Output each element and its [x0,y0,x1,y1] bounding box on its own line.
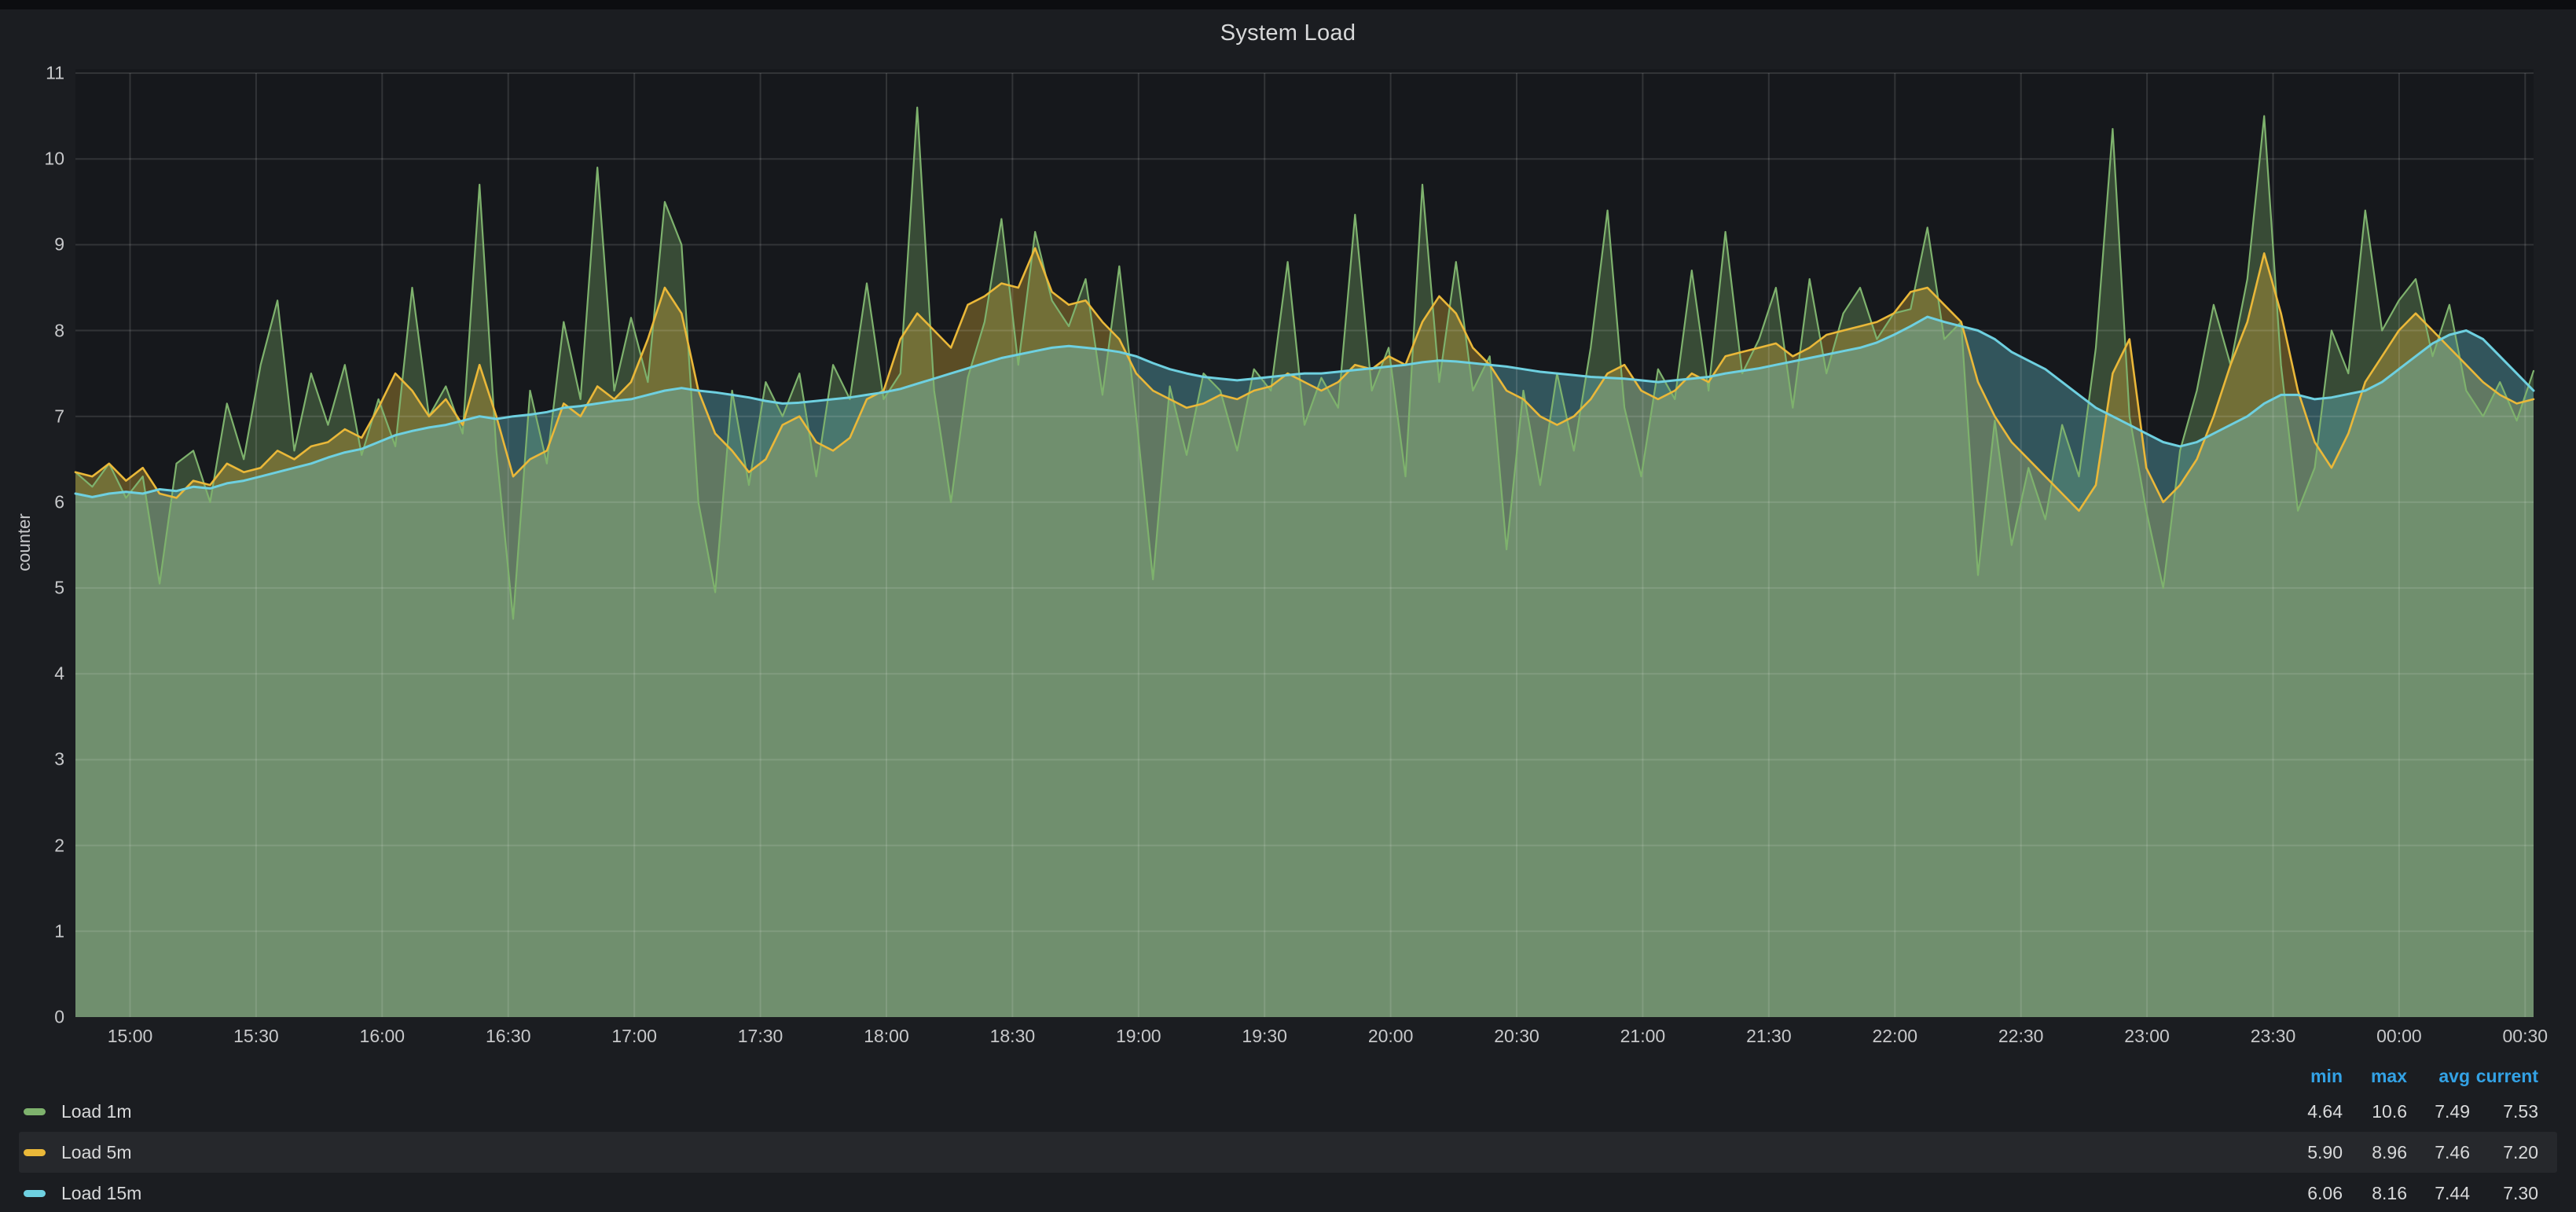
x-tick-label: 22:30 [1998,1026,2044,1047]
legend-series-toggle-load-1m[interactable]: Load 1m [0,1101,2280,1122]
legend-series-toggle-load-5m[interactable]: Load 5m [0,1142,2280,1163]
legend-value-max: 8.96 [2343,1142,2407,1163]
legend-value-current: 7.53 [2470,1101,2538,1122]
x-tick-label: 20:00 [1368,1026,1414,1047]
x-tick-label: 21:30 [1746,1026,1792,1047]
y-tick-label: 10 [14,149,64,170]
legend-value-min: 6.06 [2280,1183,2343,1204]
x-tick-label: 17:30 [738,1026,783,1047]
legend-value-current: 7.30 [2470,1183,2538,1204]
legend-swatch-load-15m-icon[interactable] [24,1190,46,1197]
y-tick-label: 8 [14,320,64,341]
legend-column-current[interactable]: current [2470,1066,2538,1087]
x-tick-label: 00:30 [2503,1026,2548,1047]
legend-series-label[interactable]: Load 1m [61,1101,132,1122]
x-tick-label: 23:30 [2251,1026,2296,1047]
legend-column-avg[interactable]: avg [2407,1066,2470,1087]
legend-row-load-1m: Load 1m 4.64 10.6 7.49 7.53 [0,1091,2576,1132]
y-tick-label: 0 [14,1007,64,1028]
legend-value-min: 5.90 [2280,1142,2343,1163]
legend-series-label[interactable]: Load 5m [61,1142,132,1163]
legend-value-min: 4.64 [2280,1101,2343,1122]
x-tick-label: 19:30 [1242,1026,1287,1047]
legend-column-min[interactable]: min [2280,1066,2343,1087]
legend-value-avg: 7.46 [2407,1142,2470,1163]
x-tick-label: 15:30 [233,1026,279,1047]
x-tick-label: 16:30 [486,1026,531,1047]
x-tick-label: 18:00 [864,1026,909,1047]
y-tick-label: 9 [14,234,64,255]
y-tick-label: 3 [14,749,64,770]
legend-swatch-load-1m-icon[interactable] [24,1108,46,1115]
legend-value-current: 7.20 [2470,1142,2538,1163]
legend-value-max: 8.16 [2343,1183,2407,1204]
legend-row-load-15m: Load 15m 6.06 8.16 7.44 7.30 [0,1173,2576,1212]
grafana-panel-view: System Load counter 15:00 15:30 16:00 16:30… [0,0,2576,1212]
legend-swatch-load-5m-icon[interactable] [24,1149,46,1156]
panel-title[interactable]: System Load [0,20,2576,46]
y-tick-label: 1 [14,920,64,942]
x-tick-label: 16:00 [360,1026,405,1047]
x-tick-label: 20:30 [1494,1026,1539,1047]
x-tick-label: 15:00 [108,1026,153,1047]
x-tick-label: 17:00 [611,1026,657,1047]
y-tick-label: 4 [14,663,64,685]
legend-row-load-5m: Load 5m 5.90 8.96 7.46 7.20 [0,1132,2576,1173]
legend-value-avg: 7.49 [2407,1101,2470,1122]
y-tick-label: 5 [14,578,64,599]
x-tick-label: 23:00 [2124,1026,2170,1047]
x-tick-label: 00:00 [2376,1026,2422,1047]
y-tick-label: 6 [14,491,64,512]
legend-value-max: 10.6 [2343,1101,2407,1122]
x-tick-label: 19:00 [1116,1026,1161,1047]
legend-header-row: min max avg current [0,1061,2576,1091]
legend-series-label[interactable]: Load 15m [61,1183,141,1204]
legend-value-avg: 7.44 [2407,1183,2470,1204]
legend: min max avg current Load 1m 4.64 10.6 7.… [0,1061,2576,1212]
x-tick-label: 18:30 [990,1026,1036,1047]
x-tick-label: 21:00 [1620,1026,1666,1047]
y-axis-title: counter [14,513,35,571]
legend-series-toggle-load-15m[interactable]: Load 15m [0,1183,2280,1204]
x-tick-label: 22:00 [1872,1026,1917,1047]
y-tick-label: 7 [14,406,64,427]
y-tick-label: 2 [14,835,64,856]
y-tick-label: 11 [14,63,64,84]
legend-column-max[interactable]: max [2343,1066,2407,1087]
